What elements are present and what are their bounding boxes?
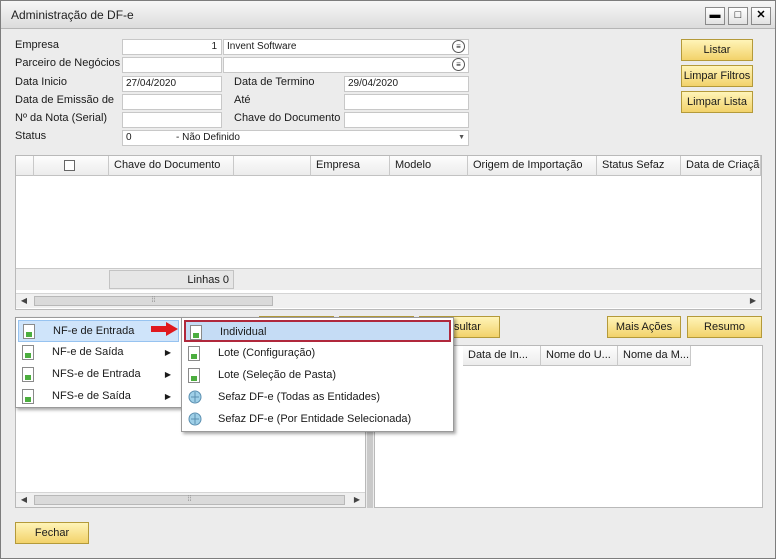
globe-icon xyxy=(188,390,202,406)
maximize-button[interactable]: □ xyxy=(728,7,748,25)
parceiro-name-field[interactable] xyxy=(223,57,469,73)
submenu-item-label: Sefaz DF-e (Por Entidade Selecionada) xyxy=(218,413,412,425)
parceiro-code-field[interactable] xyxy=(122,57,222,73)
globe-icon xyxy=(188,412,202,428)
limpar-filtros-button[interactable]: Limpar Filtros xyxy=(681,65,753,87)
col-chave-documento[interactable]: Chave do Documento xyxy=(109,156,234,176)
data-emissao-field[interactable] xyxy=(122,94,222,110)
minimize-button[interactable]: ▬ xyxy=(705,7,725,25)
rows-count: Linhas 0 xyxy=(109,270,234,289)
window-title: Administração de DF-e xyxy=(11,8,134,22)
documents-grid: Chave do Documento Empresa Modelo Origem… xyxy=(15,155,762,310)
chave-label: Chave do Documento xyxy=(234,112,341,124)
submenu-item-sefaz-todas[interactable]: Sefaz DF-e (Todas as Entidades) xyxy=(184,387,451,409)
menu-item-nfse-entrada[interactable]: NFS-e de Entrada ▶ xyxy=(18,364,179,386)
data-termino-label: Data de Termino xyxy=(234,76,315,88)
menu-item-label: NF-e de Saída xyxy=(52,346,124,358)
document-icon xyxy=(23,324,37,340)
submenu-item-label: Sefaz DF-e (Todas as Entidades) xyxy=(218,391,381,403)
submenu-item-lote-configuracao[interactable]: Lote (Configuração) xyxy=(184,343,451,365)
num-nota-label: Nº da Nota (Serial) xyxy=(15,112,108,124)
menu-item-label: NFS-e de Saída xyxy=(52,390,131,402)
empresa-name-field[interactable]: Invent Software xyxy=(223,39,469,55)
empresa-choose-icon[interactable]: ≡ xyxy=(452,40,465,53)
select-all-col[interactable] xyxy=(34,156,109,176)
ate-label: Até xyxy=(234,94,251,106)
submenu-item-lote-selecao-pasta[interactable]: Lote (Seleção de Pasta) xyxy=(184,365,451,387)
red-arrow-icon xyxy=(151,322,178,336)
col-nome-maquina[interactable]: Nome da M... xyxy=(618,346,691,366)
status-select[interactable]: 0 - Não Definido ▼ xyxy=(122,130,469,146)
status-text: - Não Definido xyxy=(176,132,240,143)
status-code: 0 xyxy=(126,132,132,143)
scroll-thumb[interactable]: ⁞⁞ xyxy=(34,495,345,505)
col-data-inicio[interactable]: Data de In... xyxy=(463,346,541,366)
chave-field[interactable] xyxy=(344,112,469,128)
close-button[interactable]: ✕ xyxy=(751,7,771,25)
submenu-item-label: Individual xyxy=(220,326,267,338)
ate-field[interactable] xyxy=(344,94,469,110)
resumo-button[interactable]: Resumo xyxy=(687,316,762,338)
scroll-left-icon[interactable]: ◀ xyxy=(17,494,31,506)
col-data-criacao[interactable]: Data de Criação xyxy=(681,156,761,176)
col-nome-usuario[interactable]: Nome do U... xyxy=(541,346,618,366)
submenu-item-label: Lote (Seleção de Pasta) xyxy=(218,369,337,381)
num-nota-field[interactable] xyxy=(122,112,222,128)
select-all-checkbox[interactable] xyxy=(64,160,75,171)
col-empresa[interactable]: Empresa xyxy=(311,156,390,176)
document-icon xyxy=(188,368,202,384)
col-blank[interactable] xyxy=(234,156,311,176)
parceiro-choose-icon[interactable]: ≡ xyxy=(452,58,465,71)
scroll-right-icon[interactable]: ▶ xyxy=(350,494,364,506)
scroll-right-icon[interactable]: ▶ xyxy=(746,295,760,307)
consultar-label: sultar xyxy=(454,321,481,333)
document-icon xyxy=(22,389,36,405)
dfe-admin-window: Administração de DF-e ▬ □ ✕ Empresa 1 In… xyxy=(0,0,776,559)
title-bar[interactable]: Administração de DF-e ▬ □ ✕ xyxy=(1,1,775,29)
chevron-down-icon[interactable]: ▼ xyxy=(458,131,465,145)
document-icon xyxy=(188,346,202,362)
mais-acoes-button[interactable]: Mais Ações xyxy=(607,316,681,338)
chevron-right-icon: ▶ xyxy=(164,348,171,357)
chevron-right-icon: ▶ xyxy=(164,370,171,379)
menu-item-nfe-saida[interactable]: NF-e de Saída ▶ xyxy=(18,342,179,364)
row-header-col xyxy=(16,156,34,176)
scroll-left-icon[interactable]: ◀ xyxy=(17,295,31,307)
nfe-entrada-submenu: Individual Lote (Configuração) Lote (Sel… xyxy=(181,317,454,432)
status-label: Status xyxy=(15,130,47,142)
menu-item-nfse-saida[interactable]: NFS-e de Saída ▶ xyxy=(18,386,179,408)
chevron-right-icon: ▶ xyxy=(164,392,171,401)
lower-left-scrollbar[interactable]: ◀ ⁞⁞ ▶ xyxy=(16,492,365,507)
limpar-lista-button[interactable]: Limpar Lista xyxy=(681,91,753,113)
data-emissao-label: Data de Emissão de xyxy=(15,94,115,106)
menu-item-label: NFS-e de Entrada xyxy=(52,368,141,380)
document-icon xyxy=(22,367,36,383)
col-status-sefaz[interactable]: Status Sefaz xyxy=(597,156,681,176)
document-icon xyxy=(190,325,204,341)
scroll-thumb[interactable]: ⁞⁞ xyxy=(34,296,273,306)
grid-footer: Linhas 0 xyxy=(16,268,761,290)
document-icon xyxy=(22,345,36,361)
listar-button[interactable]: Listar xyxy=(681,39,753,61)
submenu-item-label: Lote (Configuração) xyxy=(218,347,316,359)
data-inicio-field[interactable]: 27/04/2020 xyxy=(122,76,222,92)
horizontal-scrollbar[interactable]: ◀ ⁞⁞ ▶ xyxy=(16,293,761,308)
col-origem-importacao[interactable]: Origem de Importação xyxy=(468,156,597,176)
data-termino-field[interactable]: 29/04/2020 xyxy=(344,76,469,92)
submenu-item-individual[interactable]: Individual xyxy=(184,320,451,342)
submenu-item-sefaz-selecionada[interactable]: Sefaz DF-e (Por Entidade Selecionada) xyxy=(184,409,451,431)
fechar-button[interactable]: Fechar xyxy=(15,522,89,544)
empresa-code-field[interactable]: 1 xyxy=(122,39,222,55)
col-modelo[interactable]: Modelo xyxy=(390,156,468,176)
parceiro-label: Parceiro de Negócios xyxy=(15,57,121,69)
menu-item-label: NF-e de Entrada xyxy=(53,325,135,337)
data-inicio-label: Data Inicio xyxy=(15,76,67,88)
empresa-label: Empresa xyxy=(15,39,60,51)
